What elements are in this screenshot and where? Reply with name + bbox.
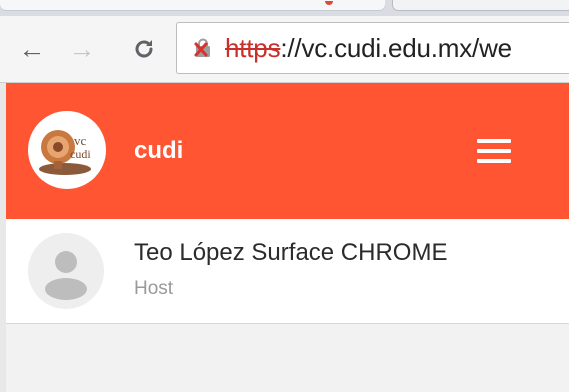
browser-tab-active[interactable]: [392, 0, 569, 11]
user-avatar-icon: [45, 251, 87, 300]
url-scheme: https: [225, 32, 281, 63]
content-area: [6, 324, 569, 392]
participant-list-item[interactable]: Teo López Surface CHROME Host: [6, 219, 569, 324]
app-header: vc cudi cudi: [6, 83, 569, 219]
logo-text-cudi: cudi: [70, 147, 91, 161]
participant-role: Host: [134, 278, 174, 299]
browser-tab[interactable]: [0, 0, 385, 10]
avatar: [28, 233, 104, 309]
back-arrow-icon: ←: [18, 33, 46, 64]
cudi-logo[interactable]: vc cudi: [28, 111, 106, 189]
hamburger-icon-bar: [477, 159, 511, 163]
browser-toolbar: ← → https://vc.cudi.edu.mx/we: [0, 16, 569, 83]
url-text: https://vc.cudi.edu.mx/we: [225, 23, 512, 73]
tab-favicon: [325, 1, 333, 5]
hamburger-icon-bar: [477, 139, 511, 143]
hamburger-icon-bar: [477, 149, 511, 153]
address-bar[interactable]: https://vc.cudi.edu.mx/we: [176, 22, 569, 74]
app-title: cudi: [134, 137, 184, 164]
back-button[interactable]: ←: [14, 16, 50, 82]
reload-button[interactable]: [126, 16, 162, 82]
url-host-path: ://vc.cudi.edu.mx/we: [280, 32, 512, 63]
logo-text-vc: vc: [74, 133, 87, 148]
cudi-logo-icon: vc cudi: [39, 130, 91, 175]
browser-tabstrip: [0, 0, 569, 16]
reload-icon: [135, 40, 153, 58]
forward-arrow-icon: →: [68, 33, 96, 64]
participant-name: Teo López Surface CHROME: [134, 239, 448, 266]
menu-button[interactable]: [472, 133, 516, 169]
forward-button[interactable]: →: [64, 16, 100, 82]
broken-lock-icon: [194, 38, 210, 57]
